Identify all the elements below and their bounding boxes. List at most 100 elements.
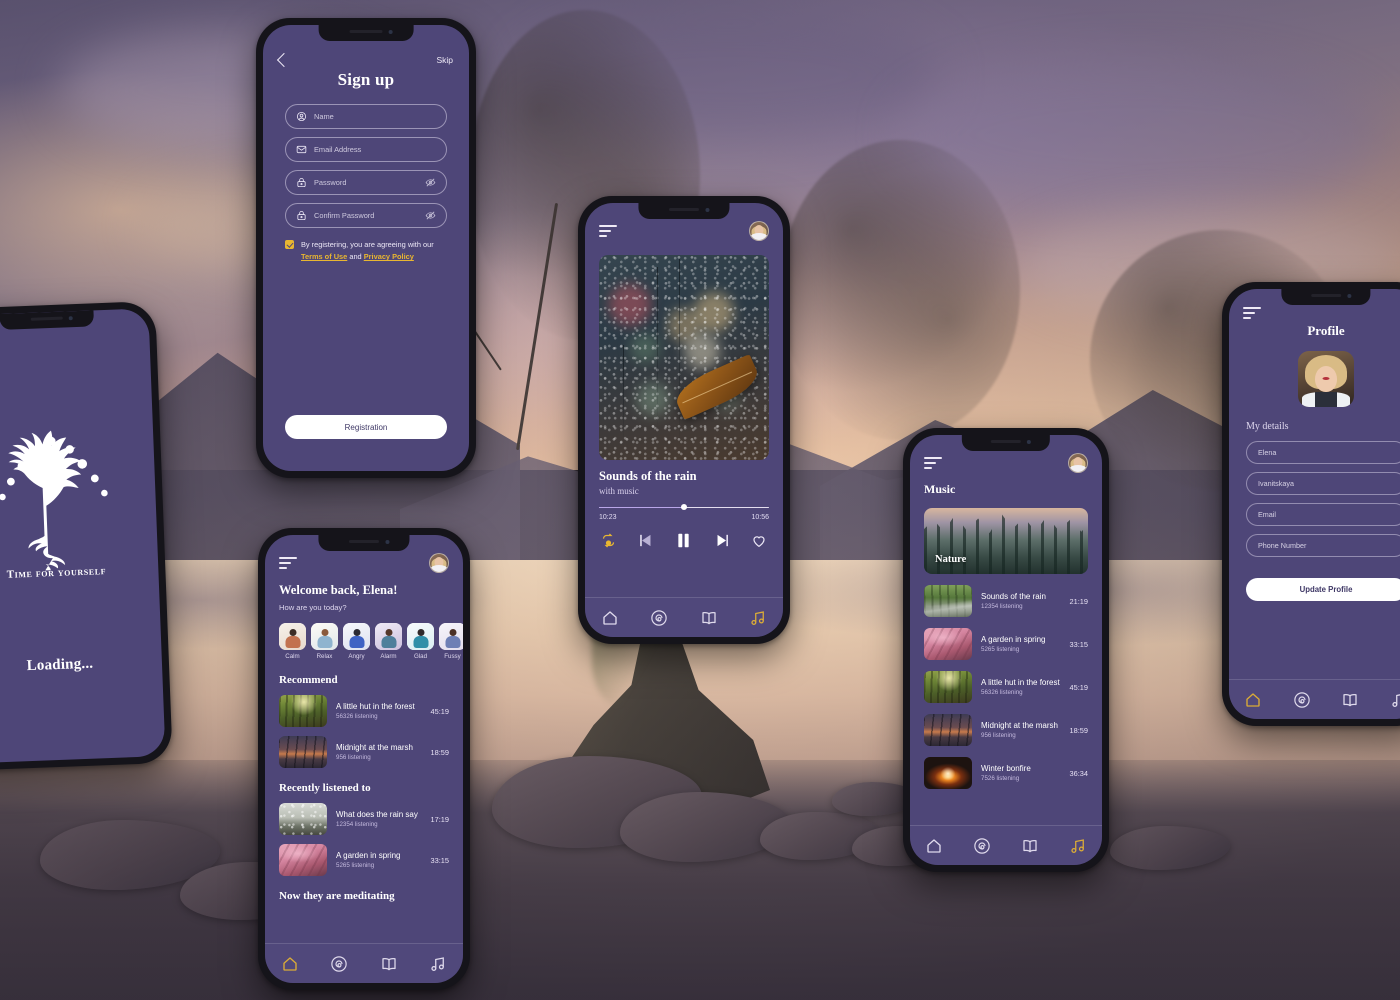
mood-question: How are you today? xyxy=(279,603,347,612)
next-icon[interactable] xyxy=(714,532,731,549)
avatar[interactable] xyxy=(1068,453,1088,473)
mood-selector: Calm Relax Angry Alarm Glad Fussy xyxy=(279,623,463,660)
mood-item-glad[interactable]: Glad xyxy=(407,623,434,660)
terms-checkbox[interactable] xyxy=(285,240,294,249)
terms-text-part1: By registering, you are agreeing with ou… xyxy=(301,240,434,249)
hamburger-icon[interactable] xyxy=(1243,307,1261,319)
phone-notch xyxy=(1281,289,1371,305)
last-name-field[interactable]: Ivanitskaya xyxy=(1246,472,1400,495)
nav-meditate-icon[interactable] xyxy=(330,955,348,973)
track-listeners: 56326 listening xyxy=(336,713,378,720)
bottom-navigation xyxy=(1229,679,1400,719)
nav-home-icon[interactable] xyxy=(281,955,299,973)
name-field[interactable]: Name xyxy=(285,104,447,129)
privacy-policy-link[interactable]: Privacy Policy xyxy=(364,252,414,261)
registration-button[interactable]: Registration xyxy=(285,415,447,439)
list-item[interactable]: A garden in spring 5265 listening 33:15 xyxy=(279,844,449,876)
category-banner-nature[interactable]: Nature xyxy=(924,508,1088,574)
update-profile-button[interactable]: Update Profile xyxy=(1246,578,1400,601)
list-item[interactable]: Midnight at the marsh 956 listening 18:5… xyxy=(279,736,449,768)
mood-label: Glad xyxy=(413,653,428,660)
mood-item-alarm[interactable]: Alarm xyxy=(375,623,402,660)
music-screen-content: Music Nature Sounds of the rain 12354 li… xyxy=(910,435,1102,865)
nav-meditate-icon[interactable] xyxy=(1293,691,1311,709)
hamburger-icon[interactable] xyxy=(279,557,297,569)
list-item[interactable]: Sounds of the rain 12354 listening 21:19 xyxy=(924,585,1088,617)
track-title: A garden in spring xyxy=(981,635,1046,644)
music-track-list: Sounds of the rain 12354 listening 21:19… xyxy=(910,585,1102,789)
list-item[interactable]: What does the rain say 12354 listening 1… xyxy=(279,803,449,835)
avatar[interactable] xyxy=(749,221,769,241)
skip-button[interactable]: Skip xyxy=(436,55,453,65)
terms-text: By registering, you are agreeing with ou… xyxy=(301,239,447,263)
track-thumbnail xyxy=(924,628,972,660)
track-title: A little hut in the forest xyxy=(336,702,415,711)
list-item[interactable]: Winter bonfire 7526 listening 36:34 xyxy=(924,757,1088,789)
progress-slider[interactable] xyxy=(599,504,769,511)
password-field[interactable]: Password xyxy=(285,170,447,195)
list-item[interactable]: Midnight at the marsh 956 listening 18:5… xyxy=(924,714,1088,746)
progress-knob[interactable] xyxy=(681,504,687,511)
my-details-label: My details xyxy=(1246,421,1289,432)
welcome-heading: Welcome back, Elena! xyxy=(279,583,398,597)
track-listeners: 5265 listening xyxy=(981,646,1020,653)
now-playing-subtitle: with music xyxy=(599,486,639,496)
mood-item-calm[interactable]: Calm xyxy=(279,623,306,660)
nav-book-icon[interactable] xyxy=(1341,691,1359,709)
confirm-password-field[interactable]: Confirm Password xyxy=(285,203,447,228)
phone-notch xyxy=(318,535,410,551)
page-title: Music xyxy=(924,482,956,496)
section-title-meditating: Now they are meditating xyxy=(279,890,395,902)
list-item[interactable]: A little hut in the forest 56326 listeni… xyxy=(924,671,1088,703)
mail-icon xyxy=(296,144,307,155)
profile-screen-content: Profile My details Elena Ivanitskaya Ema… xyxy=(1229,289,1400,719)
phone-number-field[interactable]: Phone Number xyxy=(1246,534,1400,557)
lock-icon xyxy=(296,210,307,221)
list-item[interactable]: A little hut in the forest 56326 listeni… xyxy=(279,695,449,727)
phone-notch xyxy=(961,435,1051,451)
progress-fill xyxy=(599,506,684,509)
confirm-password-field-placeholder: Confirm Password xyxy=(314,211,375,220)
terms-of-use-link[interactable]: Terms of Use xyxy=(301,252,347,261)
nav-meditate-icon[interactable] xyxy=(973,837,991,855)
profile-photo[interactable] xyxy=(1298,351,1354,407)
mood-relax-icon xyxy=(311,623,338,650)
bottom-navigation xyxy=(910,825,1102,865)
nav-book-icon[interactable] xyxy=(700,609,718,627)
now-playing-title: Sounds of the rain xyxy=(599,469,697,483)
repeat-one-icon[interactable]: 1 xyxy=(601,533,616,548)
nav-music-icon[interactable] xyxy=(429,955,447,973)
back-chevron-icon[interactable] xyxy=(276,52,292,68)
heart-icon[interactable] xyxy=(751,533,767,549)
nav-music-icon[interactable] xyxy=(1390,691,1400,709)
track-duration: 36:34 xyxy=(1069,768,1089,778)
email-field[interactable]: Email xyxy=(1246,503,1400,526)
previous-icon[interactable] xyxy=(637,532,654,549)
nav-home-icon[interactable] xyxy=(601,609,619,627)
pause-icon[interactable] xyxy=(674,531,693,550)
nav-home-icon[interactable] xyxy=(925,837,943,855)
nav-music-icon[interactable] xyxy=(1069,837,1087,855)
track-duration: 18:59 xyxy=(1069,725,1089,735)
nav-book-icon[interactable] xyxy=(1021,837,1039,855)
track-duration: 18:59 xyxy=(430,747,450,757)
bottom-navigation xyxy=(585,597,783,637)
mood-item-fussy[interactable]: Fussy xyxy=(439,623,463,660)
eye-off-icon[interactable] xyxy=(425,177,436,188)
first-name-field[interactable]: Elena xyxy=(1246,441,1400,464)
email-field[interactable]: Email Address xyxy=(285,137,447,162)
hamburger-icon[interactable] xyxy=(599,225,617,237)
mood-item-relax[interactable]: Relax xyxy=(311,623,338,660)
nav-music-icon[interactable] xyxy=(749,609,767,627)
nav-book-icon[interactable] xyxy=(380,955,398,973)
eye-off-icon[interactable] xyxy=(425,210,436,221)
list-item[interactable]: A garden in spring 5265 listening 33:15 xyxy=(924,628,1088,660)
terms-text-part2: and xyxy=(347,252,364,262)
hamburger-icon[interactable] xyxy=(924,457,942,469)
nav-meditate-icon[interactable] xyxy=(650,609,668,627)
lock-icon xyxy=(296,177,307,188)
user-icon xyxy=(296,111,307,122)
mood-item-angry[interactable]: Angry xyxy=(343,623,370,660)
nav-home-icon[interactable] xyxy=(1244,691,1262,709)
avatar[interactable] xyxy=(429,553,449,573)
